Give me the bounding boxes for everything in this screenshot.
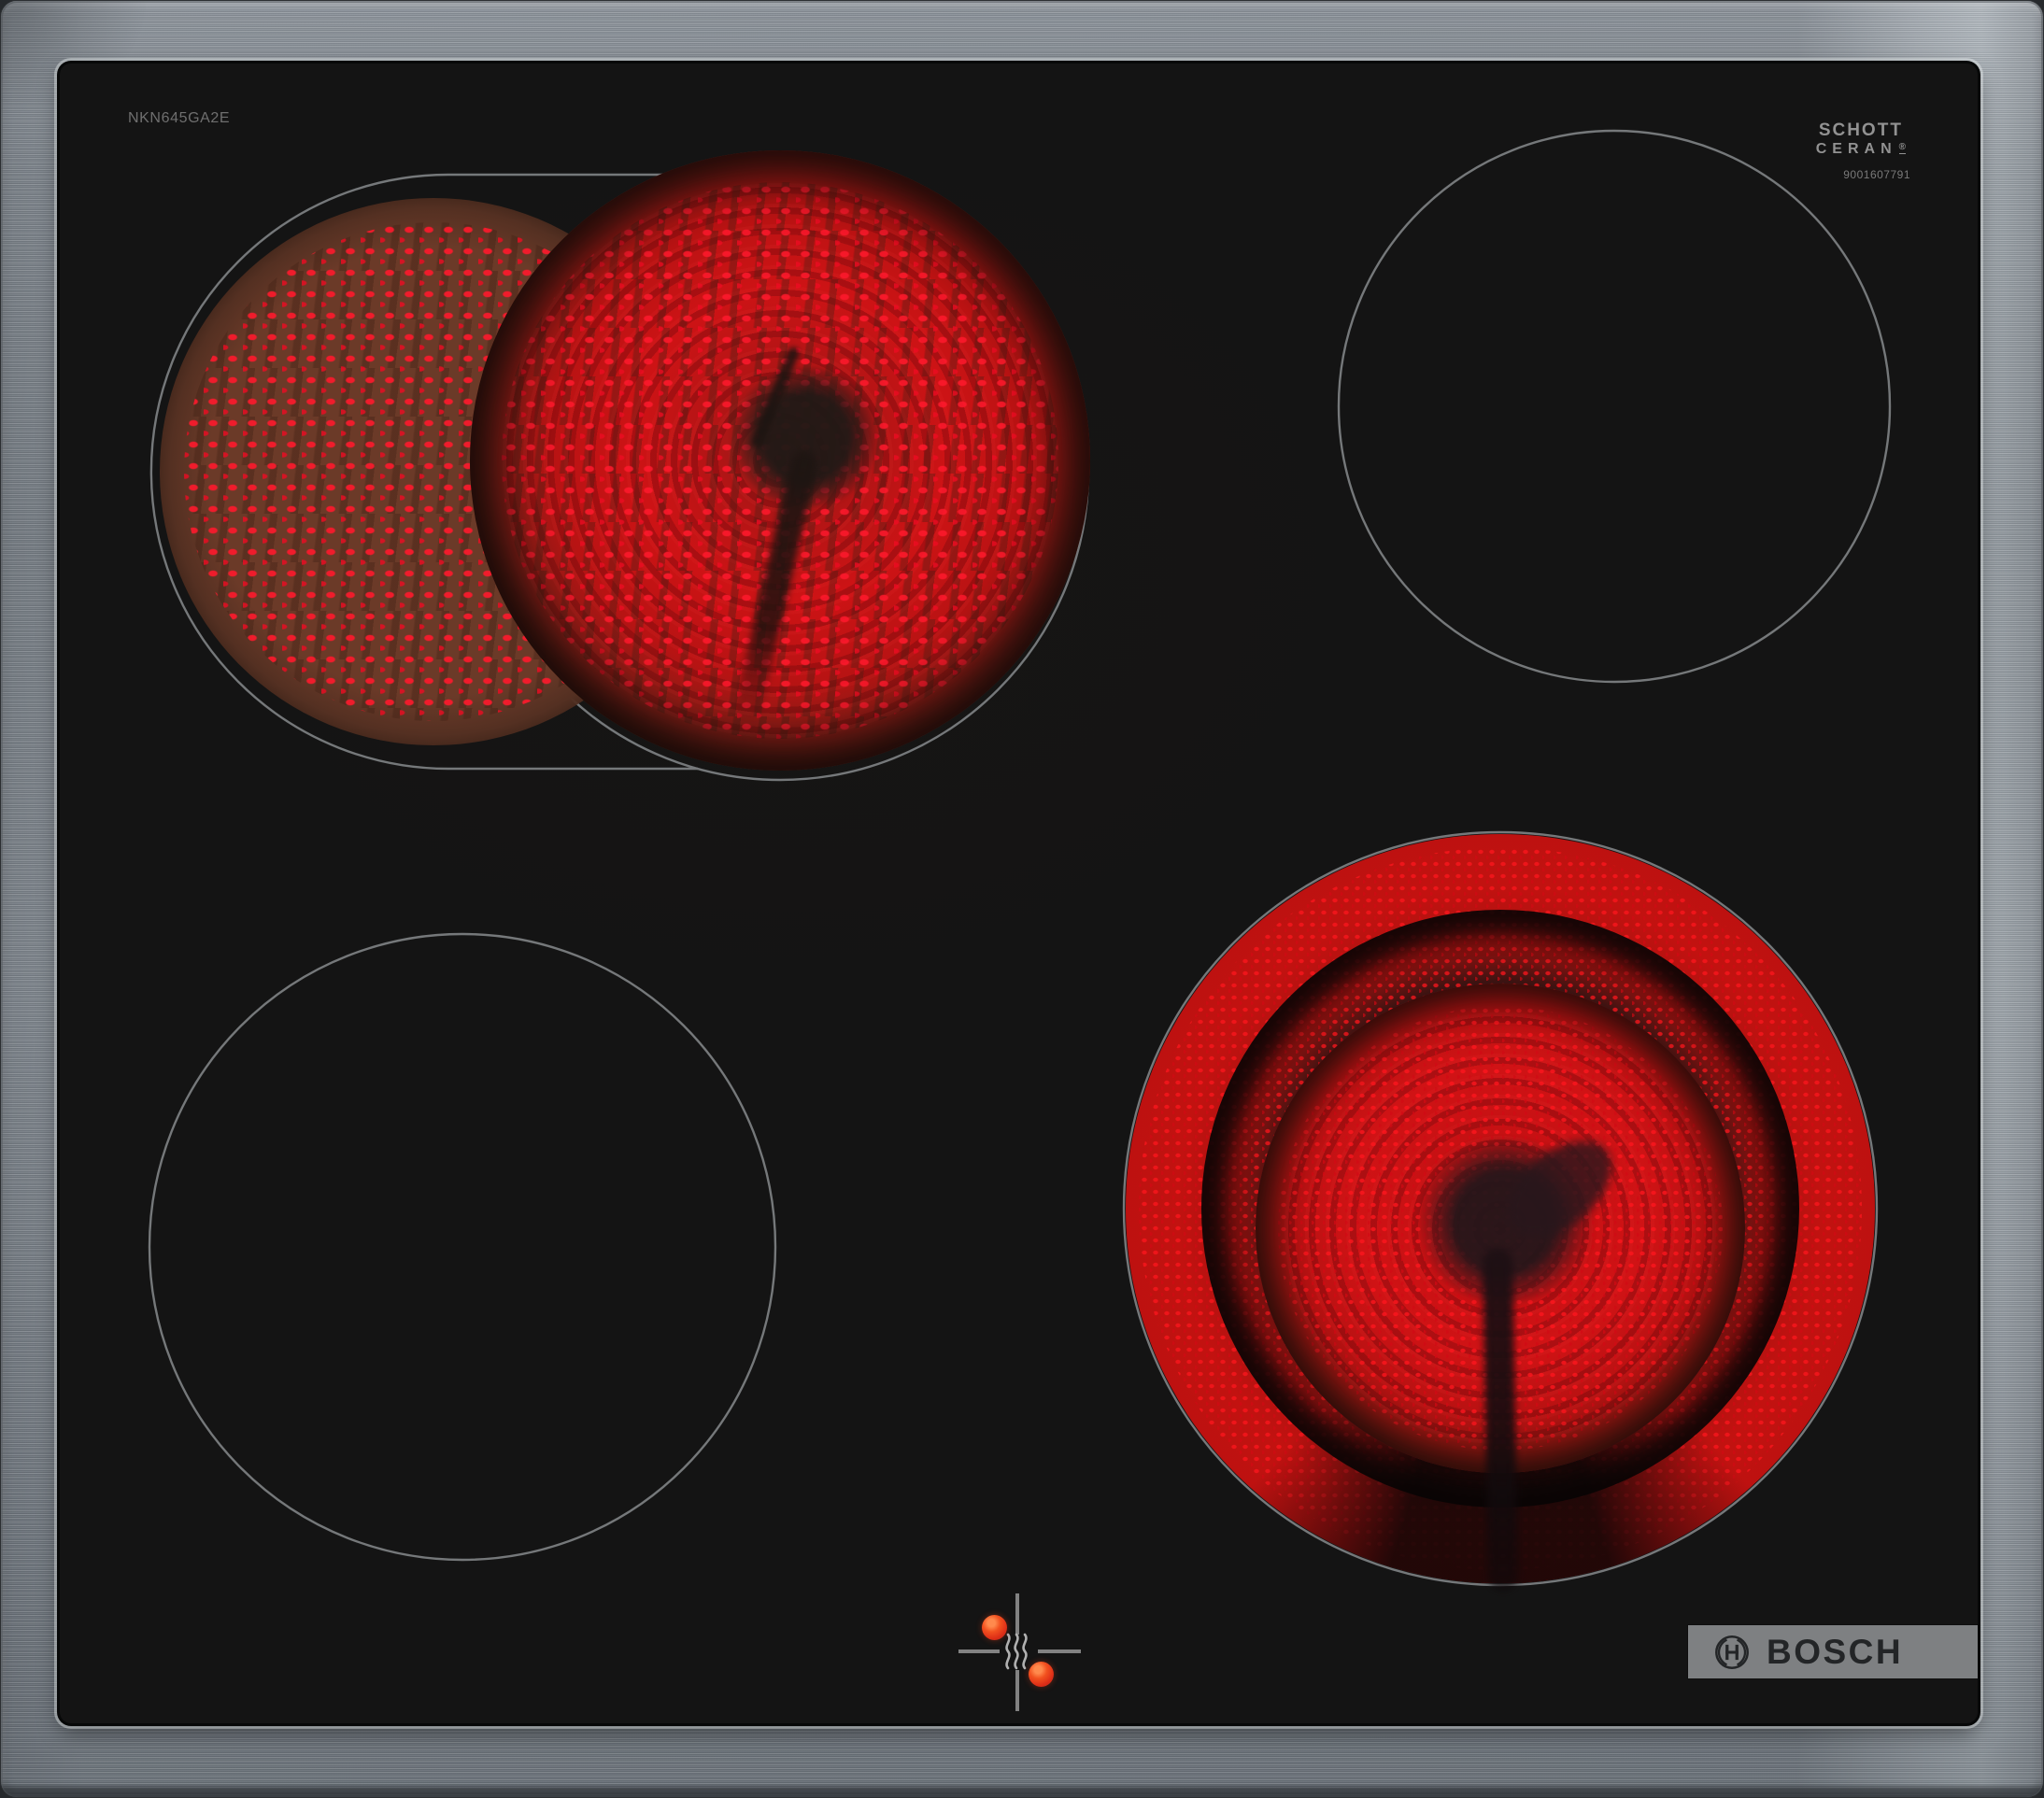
alignment-cross-top (1015, 1593, 1019, 1635)
alignment-cross-right (1038, 1649, 1081, 1653)
ceramic-glass-surface: NKN645GA2E SCHOTT CERAN ® 9001607791 BOS… (60, 64, 1978, 1723)
zone-rear-right-outline (1337, 129, 1892, 684)
model-number: NKN645GA2E (128, 110, 231, 126)
bosch-badge: BOSCH (1688, 1625, 1978, 1678)
schott-wordmark: SCHOTT (1818, 120, 1903, 140)
zone-front-left-outline (148, 932, 777, 1562)
bosch-emblem-icon (1715, 1635, 1749, 1669)
ceran-wordmark: CERAN ® (1815, 140, 1906, 157)
schott-ceran-logo: SCHOTT CERAN ® (1816, 121, 1906, 158)
hob-product-image: NKN645GA2E SCHOTT CERAN ® 9001607791 BOS… (0, 0, 2044, 1798)
registered-mark: ® (1898, 142, 1906, 155)
alignment-cross-left (958, 1649, 1000, 1653)
serial-number: 9001607791 (1843, 168, 1910, 181)
bosch-wordmark: BOSCH (1767, 1632, 1904, 1671)
heat-dot-rear (982, 1615, 1007, 1640)
inner-element-lead (1482, 1247, 1519, 1593)
heat-dot-front (1029, 1662, 1054, 1687)
residual-heat-icon (1005, 1633, 1028, 1670)
alignment-cross-bottom (1015, 1670, 1019, 1711)
